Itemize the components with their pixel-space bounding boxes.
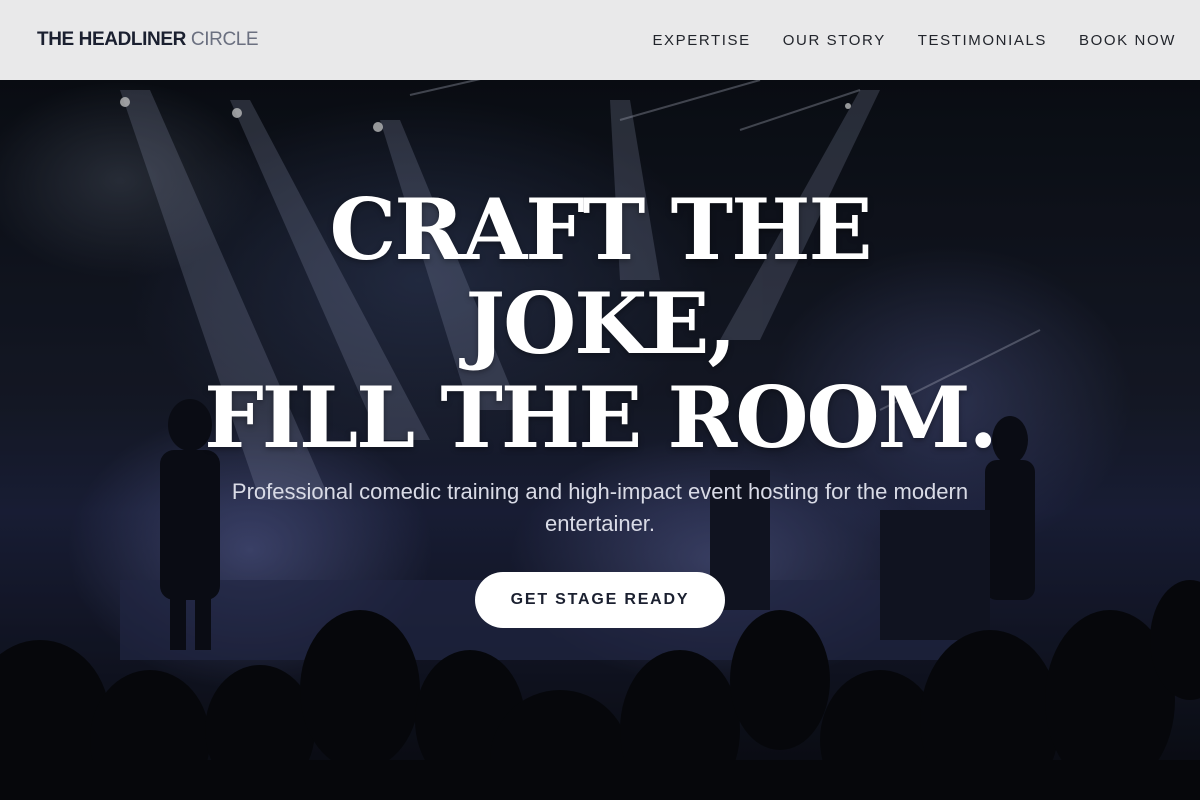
site-header: THE HEADLINER CIRCLE EXPERTISE OUR STORY … [0,0,1200,80]
main-nav: EXPERTISE OUR STORY TESTIMONIALS BOOK NO… [652,32,1176,49]
landing-page: THE HEADLINER CIRCLE EXPERTISE OUR STORY … [0,0,1200,800]
headline-line-3: FILL THE ROOM. [204,368,998,467]
hero-headline: CRAFT THE JOKE, FILL THE ROOM. [0,183,1200,465]
headline-line-1: CRAFT THE [329,180,872,279]
get-stage-ready-button[interactable]: GET STAGE READY [475,572,725,628]
logo-secondary-text: CIRCLE [190,29,259,50]
nav-link-testimonials[interactable]: TESTIMONIALS [918,32,1047,49]
nav-link-book-now[interactable]: BOOK NOW [1079,32,1176,49]
headline-line-2: JOKE, [465,274,736,373]
hero-section: CRAFT THE JOKE, FILL THE ROOM. Professio… [0,80,1200,800]
nav-link-our-story[interactable]: OUR STORY [783,32,886,49]
nav-link-expertise[interactable]: EXPERTISE [652,32,750,49]
site-logo[interactable]: THE HEADLINER CIRCLE [37,29,259,51]
hero-subtitle: Professional comedic training and high-i… [231,479,969,536]
logo-primary-text: THE HEADLINER [37,29,186,50]
